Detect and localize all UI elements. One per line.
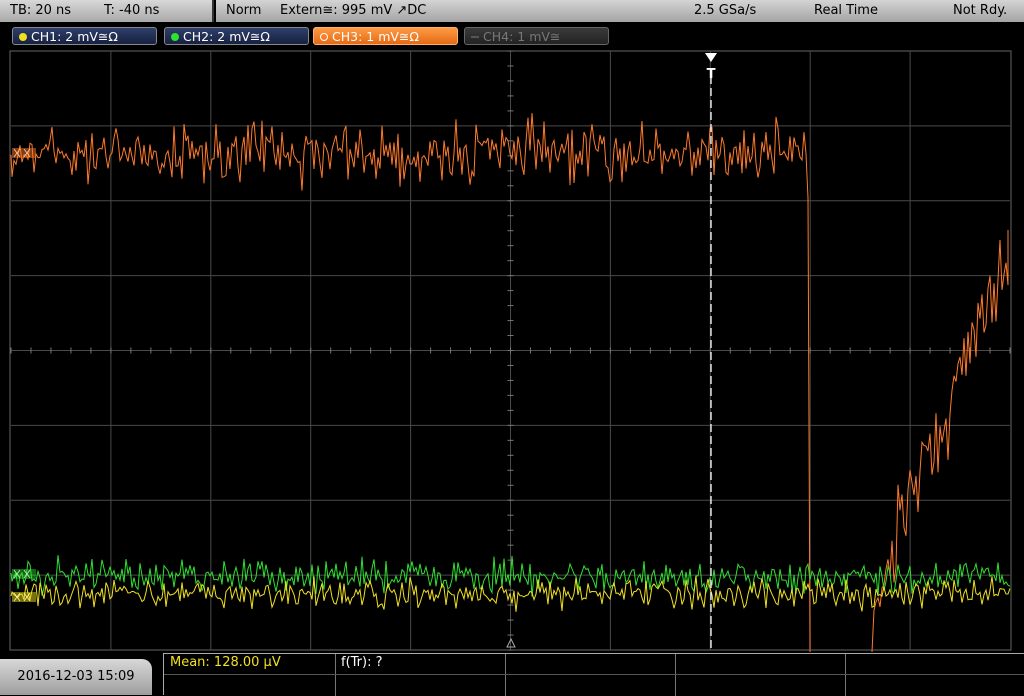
channel-4-button[interactable]: CH4: 1 mV≅ — [464, 27, 609, 45]
trigger-offset-label: T: -40 ns — [104, 3, 160, 18]
svg-text:T: T — [707, 67, 716, 82]
mean-measurement: Mean: 128.00 µV — [170, 655, 281, 670]
bottom-bar: 2016-12-03 15:09 Mean: 128.00 µV f(Tr): … — [0, 653, 1024, 696]
channel-4-label: CH4: 1 mV≅ — [483, 29, 561, 44]
channel-2-label: CH2: 2 mV≅Ω — [183, 29, 270, 44]
measurement-divider — [675, 654, 676, 696]
channel-1-button[interactable]: CH1: 2 mV≅Ω — [12, 27, 157, 45]
date-time-label: 2016-12-03 15:09 — [17, 669, 135, 684]
measurement-divider — [845, 654, 846, 696]
channel-3-offset-marker[interactable] — [12, 148, 36, 158]
timebase-panel[interactable]: TB: 20 ns T: -40 ns — [0, 0, 214, 22]
sample-rate-label: 2.5 GSa/s — [694, 3, 757, 18]
channel-2-offset-marker[interactable] — [12, 569, 36, 579]
channel-2-button[interactable]: CH2: 2 mV≅Ω — [164, 27, 309, 45]
trigger-source-label: Extern≅: 995 mV ↗DC — [280, 3, 427, 18]
date-time-display[interactable]: 2016-12-03 15:09 — [0, 659, 152, 695]
channel-4-color-dot — [471, 36, 479, 38]
acquisition-mode-label: Real Time — [814, 3, 878, 18]
measurement-panel[interactable]: Mean: 128.00 µV f(Tr): ? — [163, 653, 1024, 696]
measurement-divider — [335, 654, 336, 696]
channel-2-color-dot — [171, 33, 179, 41]
frequency-measurement: f(Tr): ? — [341, 655, 383, 670]
channel-1-offset-marker[interactable] — [12, 592, 36, 602]
acquisition-state-label: Not Rdy. — [953, 3, 1008, 18]
channel-1-color-dot — [19, 33, 27, 41]
waveform-display[interactable]: T — [0, 48, 1024, 653]
channel-3-label: CH3: 1 mV≅Ω — [332, 29, 419, 44]
channel-3-color-dot — [320, 33, 328, 41]
channel-3-button[interactable]: CH3: 1 mV≅Ω — [313, 27, 458, 45]
trigger-panel[interactable]: Norm Extern≅: 995 mV ↗DC 2.5 GSa/s Real … — [216, 0, 1024, 22]
channel-bar: CH1: 2 mV≅Ω CH2: 2 mV≅Ω CH3: 1 mV≅Ω CH4:… — [0, 24, 1024, 48]
measurement-divider — [505, 654, 506, 696]
measurement-row-divider — [164, 674, 1024, 675]
timebase-label: TB: 20 ns — [10, 3, 72, 18]
status-bar: TB: 20 ns T: -40 ns Norm Extern≅: 995 mV… — [0, 0, 1024, 24]
trigger-mode-label: Norm — [226, 3, 262, 18]
channel-1-label: CH1: 2 mV≅Ω — [31, 29, 118, 44]
